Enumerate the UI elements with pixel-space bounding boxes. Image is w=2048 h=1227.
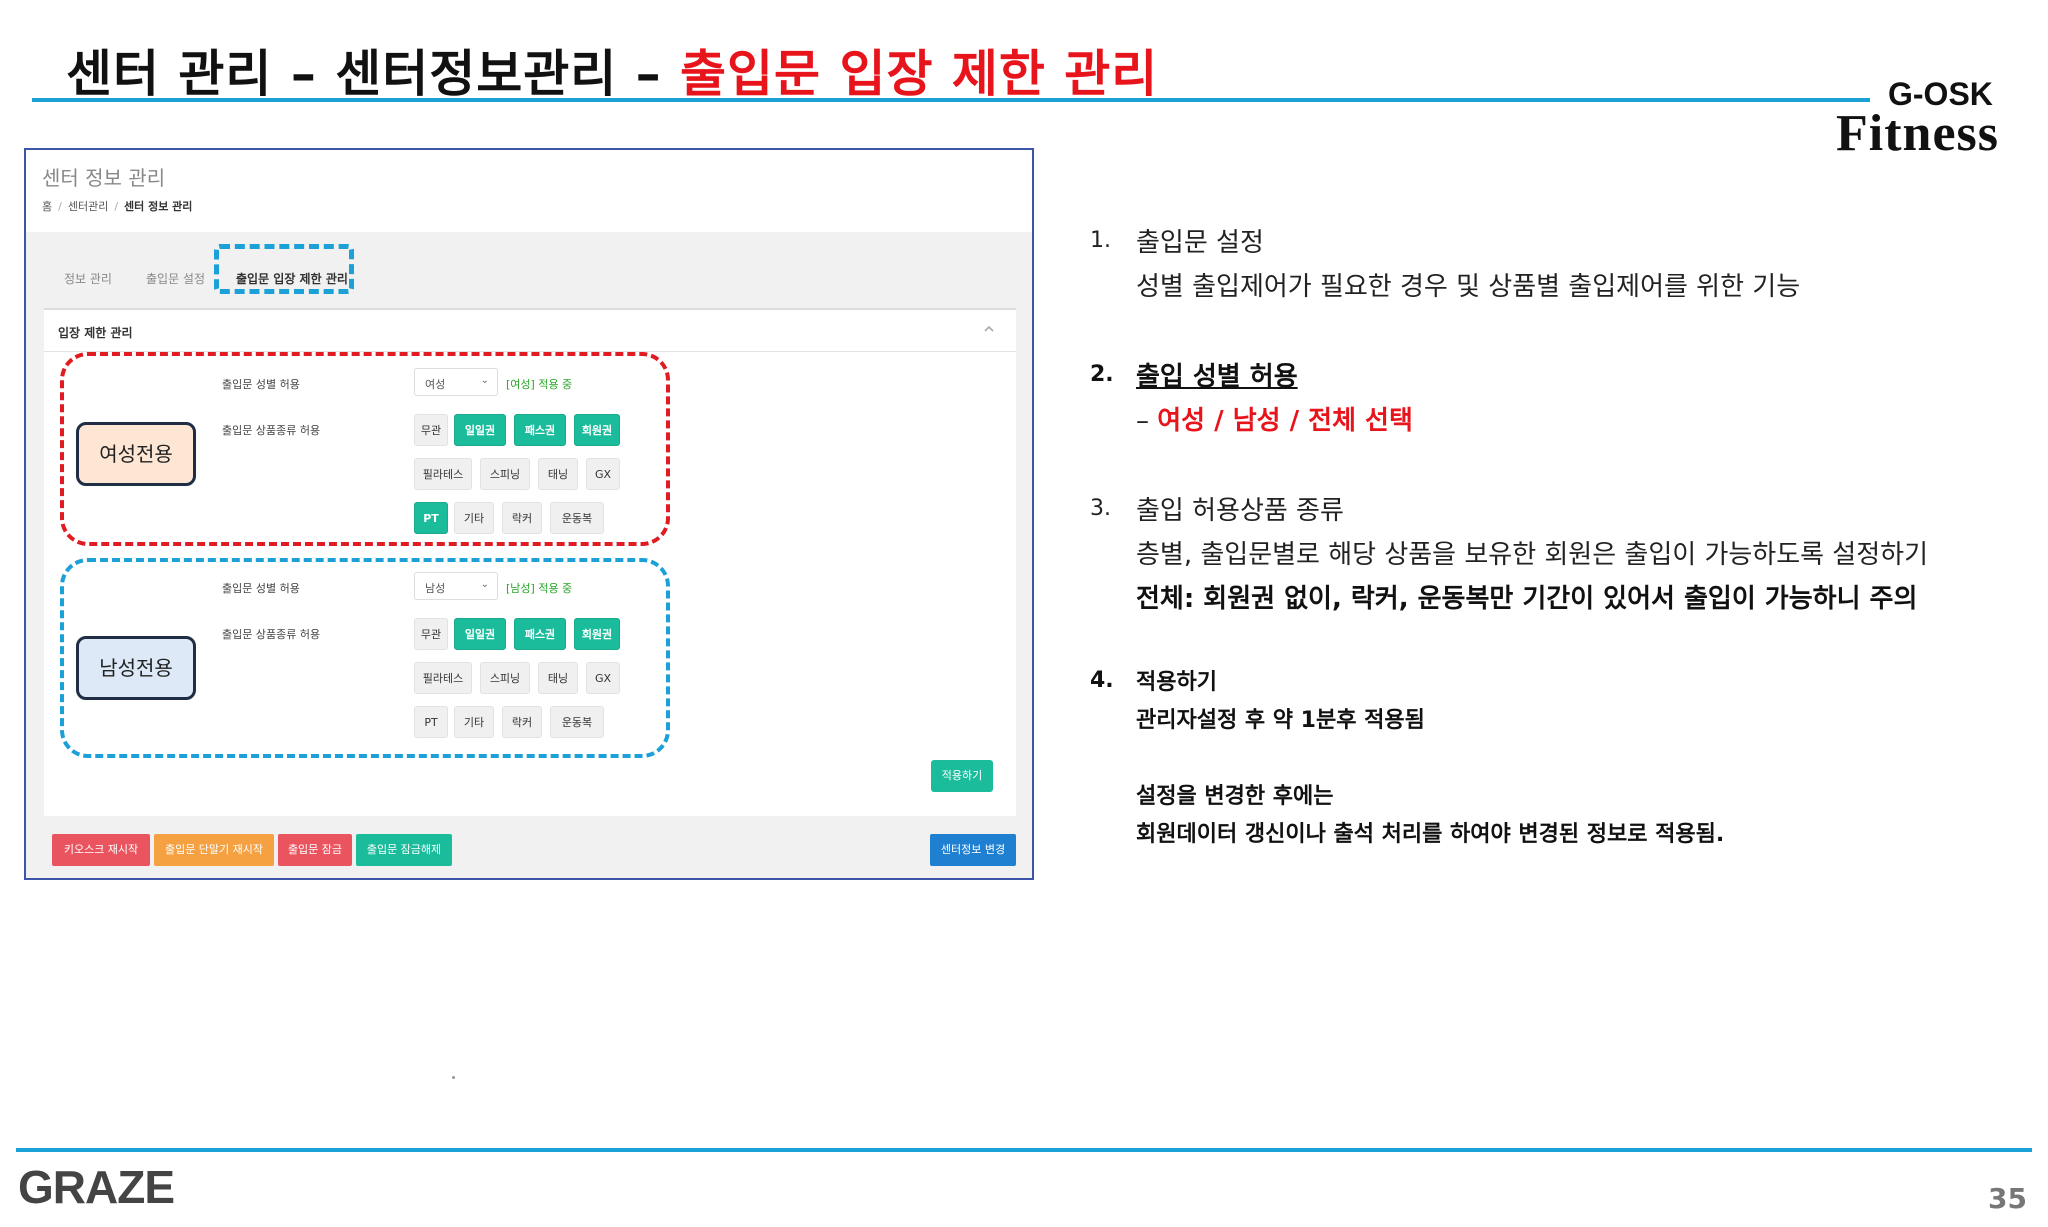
footer-rule [16, 1148, 2032, 1152]
apply-button[interactable]: 적용하기 [931, 760, 993, 792]
note4-desc: 관리자설정 후 약 1분후 적용됨 [1136, 708, 1425, 733]
note1-desc: 성별 출입제어가 필요한 경우 및 상품별 출입제어를 위한 기능 [1136, 272, 1801, 302]
note3-title: 출입 허용상품 종류 [1136, 496, 1344, 526]
note4-desc3: 회원데이터 갱신이나 출석 처리를 하여야 변경된 정보로 적용됨. [1136, 822, 1725, 847]
note2-dash: – [1136, 406, 1158, 436]
title-rule [32, 98, 1870, 102]
page-number: 35 [1988, 1182, 2027, 1215]
note3-number: 3. [1090, 496, 1111, 521]
note3-warning: 전체: 회원권 없이, 락커, 운동복만 기간이 있어서 출입이 가능하니 주의 [1136, 584, 1918, 614]
breadcrumb-current: 센터 정보 관리 [124, 200, 193, 213]
note1-title: 출입문 설정 [1136, 228, 1264, 258]
door-lock-button[interactable]: 출입문 잠금 [278, 834, 352, 866]
note2-line: – 여성 / 남성 / 전체 선택 [1136, 400, 1413, 437]
slide-title: 센터 관리 – 센터정보관리 – 출입문 입장 제한 관리 [66, 34, 1158, 106]
breadcrumb-home[interactable]: 홈 [42, 200, 52, 213]
male-only-tag: 남성전용 [76, 636, 196, 700]
kiosk-restart-button[interactable]: 키오스크 재시작 [52, 834, 150, 866]
door-terminal-restart-button[interactable]: 출입문 단말기 재시작 [154, 834, 274, 866]
chevron-up-icon[interactable] [982, 322, 996, 336]
panel-title: 입장 제한 관리 [58, 326, 133, 340]
female-only-tag: 여성전용 [76, 422, 196, 486]
slide-title-accent: 출입문 입장 제한 관리 [680, 45, 1159, 103]
center-info-change-button[interactable]: 센터정보 변경 [930, 834, 1016, 866]
note2-desc: 여성 / 남성 / 전체 선택 [1157, 406, 1413, 436]
app-title: 센터 정보 관리 [42, 166, 166, 190]
note4-desc2: 설정을 변경한 후에는 [1136, 784, 1334, 809]
note4-number: 4. [1090, 668, 1114, 693]
slide-title-prefix: 센터 관리 – 센터정보관리 – [66, 45, 681, 103]
tab-door-settings[interactable]: 출입문 설정 [146, 256, 205, 302]
stray-dot [452, 1076, 455, 1079]
note1-number: 1. [1090, 228, 1111, 253]
app-screenshot: 센터 정보 관리 홈 / 센터관리 / 센터 정보 관리 정보 관리 출입문 설정 출입… [24, 148, 1034, 880]
door-unlock-button[interactable]: 출입문 잠금해제 [356, 834, 452, 866]
brand-logo: Fitness [1836, 105, 1999, 162]
breadcrumb: 홈 / 센터관리 / 센터 정보 관리 [42, 200, 193, 213]
tab-highlight-box [214, 244, 354, 294]
note2-title: 출입 성별 허용 [1136, 362, 1298, 392]
tab-info[interactable]: 정보 관리 [64, 256, 112, 302]
note3-desc: 층별, 출입문별로 해당 상품을 보유한 회원은 출입이 가능하도록 설정하기 [1136, 540, 1928, 570]
panel-header: 입장 제한 관리 [44, 310, 1016, 352]
note2-number: 2. [1090, 362, 1114, 387]
breadcrumb-center[interactable]: 센터관리 [68, 200, 108, 213]
note4-title: 적용하기 [1136, 670, 1217, 695]
footer-logo: GRAZE [18, 1161, 175, 1213]
